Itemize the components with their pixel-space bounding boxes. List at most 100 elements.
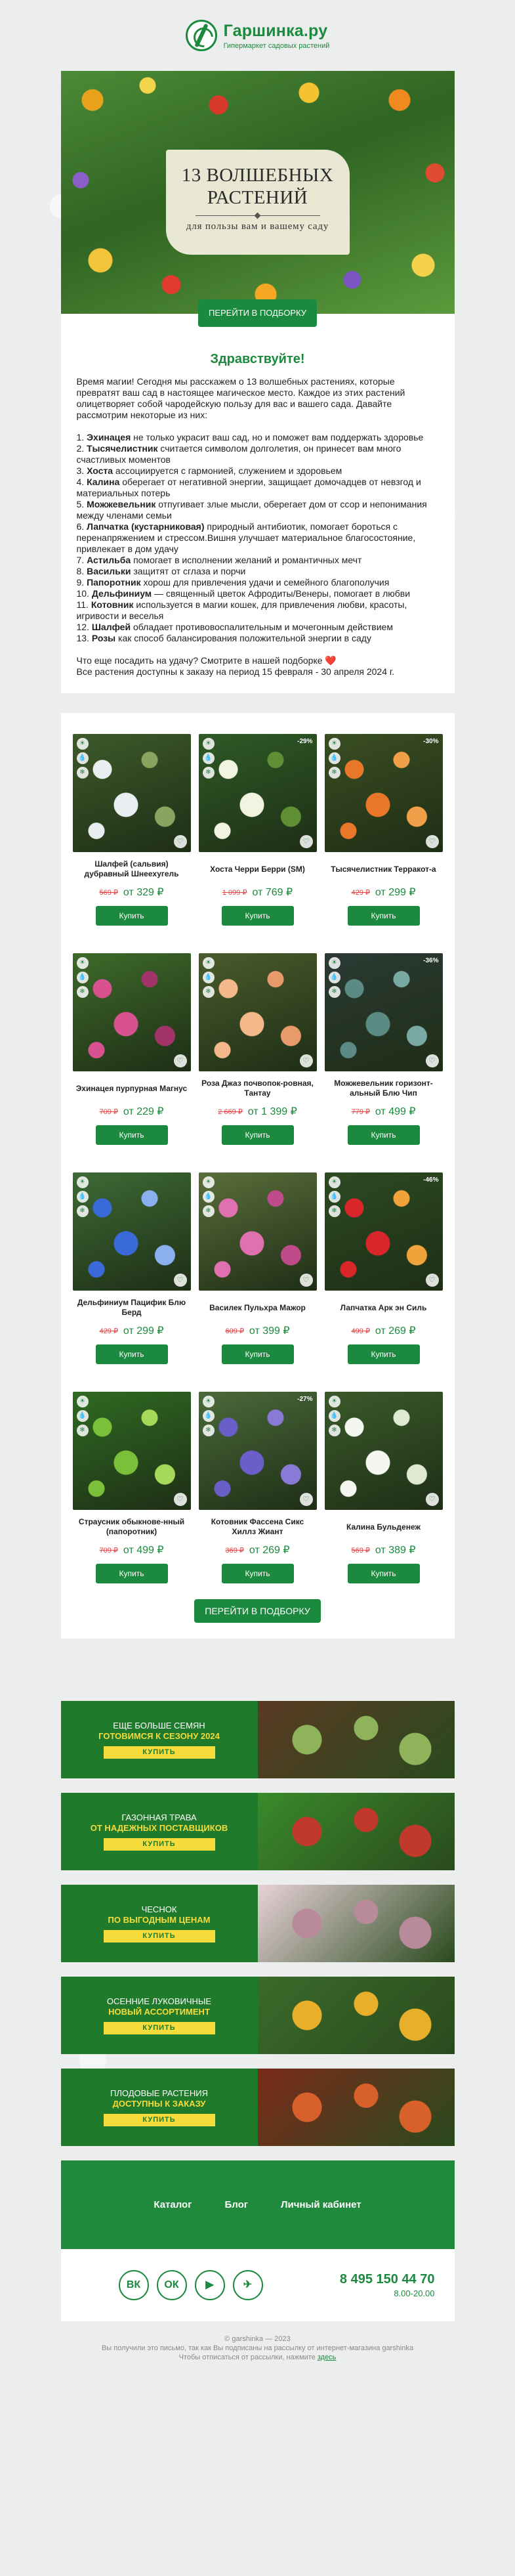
product-name[interactable]: Можжевельник горизонт-альный Блю Чип	[325, 1074, 443, 1103]
water-drop-icon: 💧	[202, 1191, 215, 1203]
product-name[interactable]: Лапчатка Арк эн Силь	[325, 1293, 443, 1322]
hero-banner[interactable]: 13 ВОЛШЕБНЫХ РАСТЕНИЙ для пользы вам и в…	[60, 71, 455, 314]
product-image[interactable]: ☀ 💧 ❄ -27% ♡	[198, 1392, 317, 1510]
collection-cta-button[interactable]: ПЕРЕЙТИ В ПОДБОРКУ	[194, 1599, 321, 1623]
hero-title: 13 ВОЛШЕБНЫХ РАСТЕНИЙ	[181, 165, 334, 208]
current-price: от 299 ₽	[123, 1325, 164, 1337]
youtube-icon[interactable]: ▶	[194, 2270, 225, 2300]
plant-number: 11.	[76, 599, 89, 610]
brand-block[interactable]: Гаршинка.ру Гипермаркет садовых растений	[224, 22, 330, 50]
product-name[interactable]: Василек Пульхра Мажор	[199, 1293, 317, 1322]
promo-banner[interactable]: ПЛОДОВЫЕ РАСТЕНИЯ ДОСТУПНЫ К ЗАКАЗУ КУПИ…	[60, 2069, 455, 2146]
water-drop-icon: 💧	[328, 1410, 340, 1422]
heart-icon[interactable]: ♡	[299, 1274, 313, 1287]
banner-line2: ОТ НАДЕЖНЫХ ПОСТАВЩИКОВ	[90, 1823, 228, 1833]
promo-banner[interactable]: ГАЗОННАЯ ТРАВА ОТ НАДЕЖНЫХ ПОСТАВЩИКОВ К…	[60, 1793, 455, 1870]
phone-number[interactable]: 8 495 150 44 70	[340, 2272, 435, 2287]
banner-buy-button[interactable]: КУПИТЬ	[103, 2022, 215, 2034]
product-image[interactable]: ☀ 💧 ❄ -46% ♡	[324, 1172, 443, 1291]
sun-icon: ☀	[202, 1176, 215, 1188]
heart-icon[interactable]: ♡	[425, 1054, 439, 1067]
product-card: ☀ 💧 ❄ ♡ Шалфей (сальвия) дубравный Шнеех…	[72, 734, 191, 926]
sun-icon: ☀	[328, 1396, 340, 1407]
ok-icon[interactable]: ОК	[156, 2270, 187, 2300]
product-name[interactable]: Калина Бульденеж	[325, 1513, 443, 1541]
plant-number: 8.	[76, 566, 85, 576]
heart-icon[interactable]: ♡	[299, 1493, 313, 1506]
heart-icon[interactable]: ♡	[299, 835, 313, 848]
footer-link-catalog[interactable]: Каталог	[154, 2199, 192, 2210]
hero-cta-button[interactable]: ПЕРЕЙТИ В ПОДБОРКУ	[198, 299, 317, 327]
buy-button[interactable]: Купить	[347, 1344, 420, 1364]
promo-banner[interactable]: ЧЕСНОК ПО ВЫГОДНЫМ ЦЕНАМ КУПИТЬ	[60, 1885, 455, 1962]
heart-icon[interactable]: ♡	[425, 835, 439, 848]
promo-banners: ЕЩЕ БОЛЬШЕ СЕМЯН ГОТОВИМСЯ К СЕЗОНУ 2024…	[60, 1701, 455, 2146]
email-header: Гаршинка.ру Гипермаркет садовых растений	[61, 0, 455, 71]
water-drop-icon: 💧	[202, 972, 215, 983]
heart-icon[interactable]: ♡	[425, 1493, 439, 1506]
buy-button[interactable]: Купить	[221, 1344, 294, 1364]
plant-list-item: 13. Розы как способ балансирования полож…	[77, 633, 439, 644]
buy-button[interactable]: Купить	[95, 1344, 168, 1364]
buy-button[interactable]: Купить	[95, 906, 168, 926]
heart-icon[interactable]: ♡	[299, 1054, 313, 1067]
heart-icon[interactable]: ♡	[173, 1054, 187, 1067]
frost-icon: ❄	[76, 767, 89, 779]
promo-banner[interactable]: ЕЩЕ БОЛЬШЕ СЕМЯН ГОТОВИМСЯ К СЕЗОНУ 2024…	[60, 1701, 455, 1778]
buy-button[interactable]: Купить	[347, 1564, 420, 1583]
footer-link-blog[interactable]: Блог	[224, 2199, 248, 2210]
heart-icon[interactable]: ♡	[425, 1274, 439, 1287]
product-name[interactable]: Котовник Фассена Сикс Хиллз Жиант	[199, 1513, 317, 1541]
buy-button[interactable]: Купить	[221, 1125, 294, 1145]
product-name[interactable]: Роза Джаз почвопок-ровная, Тантау	[199, 1074, 317, 1103]
vk-icon[interactable]: ВК	[118, 2270, 149, 2300]
heart-icon[interactable]: ♡	[173, 835, 187, 848]
plant-number: 13.	[76, 633, 89, 643]
frost-icon: ❄	[202, 767, 215, 779]
product-image[interactable]: ☀ 💧 ❄ -29% ♡	[198, 734, 317, 852]
telegram-icon[interactable]: ✈	[232, 2270, 263, 2300]
old-price: 779 ₽	[351, 1107, 370, 1116]
promo-banner[interactable]: ОСЕННИЕ ЛУКОВИЧНЫЕ НОВЫЙ АССОРТИМЕНТ КУП…	[60, 1977, 455, 2054]
plant-number: 12.	[76, 622, 89, 632]
banner-buy-button[interactable]: КУПИТЬ	[103, 1746, 215, 1759]
current-price: от 399 ₽	[249, 1325, 290, 1337]
garshinka-logo-icon[interactable]	[185, 20, 217, 51]
product-name[interactable]: Страусник обыкнове-нный (папоротник)	[73, 1513, 191, 1541]
buy-button[interactable]: Купить	[347, 906, 420, 926]
discount-badge: -30%	[423, 738, 439, 745]
discount-badge: -36%	[423, 957, 439, 964]
banner-line1: ЕЩЕ БОЛЬШЕ СЕМЯН	[113, 1721, 205, 1730]
product-image[interactable]: ☀ 💧 ❄ ♡	[198, 953, 317, 1071]
product-name[interactable]: Шалфей (сальвия) дубравный Шнеехугель	[73, 855, 191, 884]
product-image[interactable]: ☀ 💧 ❄ ♡	[324, 1392, 443, 1510]
buy-button[interactable]: Купить	[347, 1125, 420, 1145]
banner-buy-button[interactable]: КУПИТЬ	[103, 2114, 215, 2126]
product-image[interactable]: ☀ 💧 ❄ ♡	[72, 1172, 191, 1291]
heart-icon[interactable]: ♡	[173, 1493, 187, 1506]
sun-icon: ☀	[328, 957, 340, 969]
product-image[interactable]: ☀ 💧 ❄ -36% ♡	[324, 953, 443, 1071]
product-image[interactable]: ☀ 💧 ❄ ♡	[198, 1172, 317, 1291]
product-image[interactable]: ☀ 💧 ❄ ♡	[72, 1392, 191, 1510]
product-name[interactable]: Эхинацея пурпурная Магнус	[73, 1074, 191, 1103]
banner-buy-button[interactable]: КУПИТЬ	[103, 1930, 215, 1943]
buy-button[interactable]: Купить	[95, 1564, 168, 1583]
product-image[interactable]: ☀ 💧 ❄ -30% ♡	[324, 734, 443, 852]
product-card: ☀ 💧 ❄ ♡ Калина Бульденеж 569 ₽ от 389 ₽ …	[324, 1392, 443, 1583]
plant-description: обладает противовоспалительным и мочегон…	[131, 622, 393, 632]
product-image[interactable]: ☀ 💧 ❄ ♡	[72, 953, 191, 1071]
product-image[interactable]: ☀ 💧 ❄ ♡	[72, 734, 191, 852]
banner-line1: ГАЗОННАЯ ТРАВА	[121, 1813, 197, 1822]
product-name[interactable]: Тысячелистник Терракот-а	[325, 855, 443, 884]
product-name[interactable]: Дельфиниум Пацифик Блю Берд	[73, 1293, 191, 1322]
heart-icon[interactable]: ♡	[173, 1274, 187, 1287]
buy-button[interactable]: Купить	[221, 906, 294, 926]
water-drop-icon: 💧	[202, 752, 215, 764]
product-name[interactable]: Хоста Черри Берри (SM)	[199, 855, 317, 884]
buy-button[interactable]: Купить	[221, 1564, 294, 1583]
buy-button[interactable]: Купить	[95, 1125, 168, 1145]
banner-buy-button[interactable]: КУПИТЬ	[103, 1838, 215, 1851]
footer-link-account[interactable]: Личный кабинет	[281, 2199, 361, 2210]
unsubscribe-link[interactable]: здесь	[318, 2353, 337, 2361]
